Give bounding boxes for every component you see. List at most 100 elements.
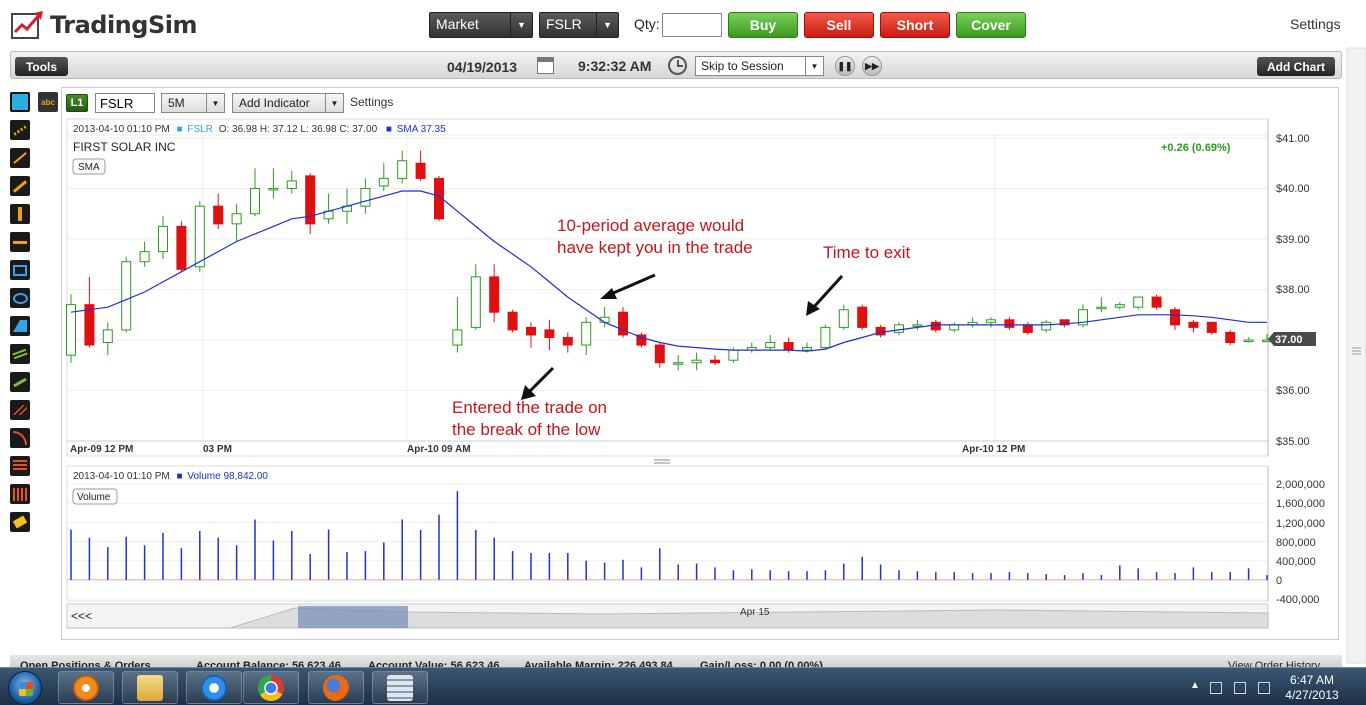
price-info-symbol: FSLR	[187, 124, 213, 135]
x-tick-apr09-12pm: Apr-09 12 PM	[70, 444, 133, 455]
page-scrollbar[interactable]	[1346, 47, 1366, 664]
volume-y-ticks: 2,000,000 1,600,000 1,200,000 800,000 40…	[1276, 479, 1325, 606]
price-plot-frame	[66, 118, 1269, 457]
windows-taskbar: ▲ 6:47 AM 4/27/2013	[0, 667, 1366, 705]
price-y-ticks: $41.00 $40.00 $39.00 $38.00 $36.00 $35.0…	[1276, 133, 1310, 448]
candle-down	[1151, 296, 1162, 308]
candle-down	[544, 329, 555, 338]
company-name: FIRST SOLAR INC	[73, 140, 176, 154]
system-clock[interactable]: 6:47 AM 4/27/2013	[1282, 673, 1342, 703]
candle-down	[783, 342, 794, 351]
sma-badge[interactable]: SMA	[78, 162, 100, 173]
candle-up	[802, 347, 812, 351]
candle-up	[949, 324, 960, 331]
candle-up	[250, 188, 260, 215]
price-tick-40: $40.00	[1276, 183, 1310, 195]
navigator-date: Apr 15	[740, 607, 770, 618]
volume-info: 2013-04-10 01:10 PM ■ Volume 98,842.00	[73, 471, 268, 482]
price-volume-chart[interactable]: $41.00 $40.00 $39.00 $38.00 $36.00 $35.0…	[0, 0, 1366, 705]
candle-down	[1206, 321, 1217, 333]
candle-up	[268, 188, 279, 191]
candle-down	[654, 344, 665, 364]
candle-up	[691, 359, 702, 364]
price-info-date: 2013-04-10 01:10 PM	[73, 124, 170, 135]
volume-plot-frame	[66, 465, 1269, 602]
candle-up	[1114, 304, 1125, 308]
candle-up	[1133, 296, 1144, 308]
calculator-icon[interactable]	[372, 671, 428, 704]
candle-up	[765, 342, 776, 349]
volume-info-date: 2013-04-10 01:10 PM	[73, 471, 170, 482]
vol-tick-0: 0	[1276, 575, 1282, 587]
candle-up	[286, 180, 297, 190]
annotation-exit-line1: Time to exit	[823, 243, 911, 262]
candle-up	[231, 213, 242, 225]
action-center-flag-icon[interactable]	[1210, 682, 1222, 694]
system-date: 4/27/2013	[1285, 688, 1339, 702]
panel-resize-handle[interactable]	[654, 459, 670, 464]
candle-up	[838, 309, 849, 328]
candle-up	[194, 205, 205, 268]
price-tick-39: $39.00	[1276, 234, 1310, 246]
candle-up	[1096, 306, 1107, 310]
candle-down	[562, 336, 573, 346]
x-tick-apr10-12pm: Apr-10 12 PM	[962, 444, 1025, 455]
candle-up	[470, 276, 481, 328]
navigator-window[interactable]	[298, 606, 408, 628]
price-info-marker: ■	[177, 124, 183, 135]
candle-up	[820, 326, 831, 349]
candle-up	[728, 349, 739, 361]
annotation-entered: Entered the trade on the break of the lo…	[452, 397, 607, 441]
candle-up	[378, 177, 389, 187]
candle-up	[1243, 339, 1254, 342]
candle-down	[213, 205, 224, 225]
navigator-back[interactable]: <<<	[71, 609, 92, 623]
vol-tick-400000: 400,000	[1276, 556, 1316, 568]
file-explorer-icon[interactable]	[122, 671, 178, 704]
sma-info-value: SMA 37.35	[397, 124, 446, 135]
volume-info-marker: ■	[177, 471, 183, 482]
candle-down	[857, 306, 868, 328]
chrome-icon[interactable]	[243, 671, 299, 704]
candle-down	[930, 321, 941, 331]
candle-up	[139, 251, 150, 263]
price-info-ohlc: O: 36.98 H: 37.12 L: 36.98 C: 37.00	[219, 124, 378, 135]
firefox-icon[interactable]	[308, 671, 364, 704]
start-button-icon[interactable]	[8, 671, 42, 705]
annotation-average: 10-period average would have kept you in…	[557, 215, 753, 259]
internet-explorer-icon[interactable]	[186, 671, 242, 704]
candle-up	[397, 160, 408, 179]
x-tick-apr10-09am: Apr-10 09 AM	[407, 444, 471, 455]
annotation-average-line1: 10-period average would	[557, 216, 745, 235]
candle-down	[1170, 309, 1180, 326]
candle-down	[507, 311, 518, 331]
candle-down	[1022, 324, 1033, 333]
tray-expand-icon[interactable]: ▲	[1190, 680, 1202, 692]
candle-up	[360, 188, 371, 207]
volume-info-value: Volume 98,842.00	[187, 471, 268, 482]
candle-up	[912, 324, 923, 327]
power-icon[interactable]	[1234, 682, 1246, 694]
network-icon[interactable]	[1258, 682, 1270, 694]
candle-up	[102, 329, 113, 344]
system-time: 6:47 AM	[1289, 673, 1335, 687]
annotation-exit: Time to exit	[823, 242, 910, 264]
price-tick-36: $36.00	[1276, 385, 1310, 397]
media-player-icon[interactable]	[58, 671, 114, 704]
volume-badge[interactable]: Volume	[77, 492, 111, 503]
candle-up	[581, 321, 592, 346]
x-tick-03pm: 03 PM	[203, 444, 232, 455]
candle-down	[526, 326, 536, 336]
price-change: +0.26 (0.69%)	[1161, 142, 1231, 154]
annotation-entered-line2: the break of the low	[452, 420, 601, 439]
candle-down	[1188, 321, 1199, 328]
price-tick-35: $35.00	[1276, 436, 1310, 448]
candle-down	[710, 359, 720, 364]
vol-tick-1600000: 1,600,000	[1276, 498, 1325, 510]
vol-tick-2000000: 2,000,000	[1276, 479, 1325, 491]
candle-up	[158, 225, 168, 253]
candle-up	[121, 261, 132, 331]
vol-tick-1200000: 1,200,000	[1276, 518, 1325, 530]
candle-up	[894, 324, 904, 333]
annotation-entered-line1: Entered the trade on	[452, 398, 608, 417]
